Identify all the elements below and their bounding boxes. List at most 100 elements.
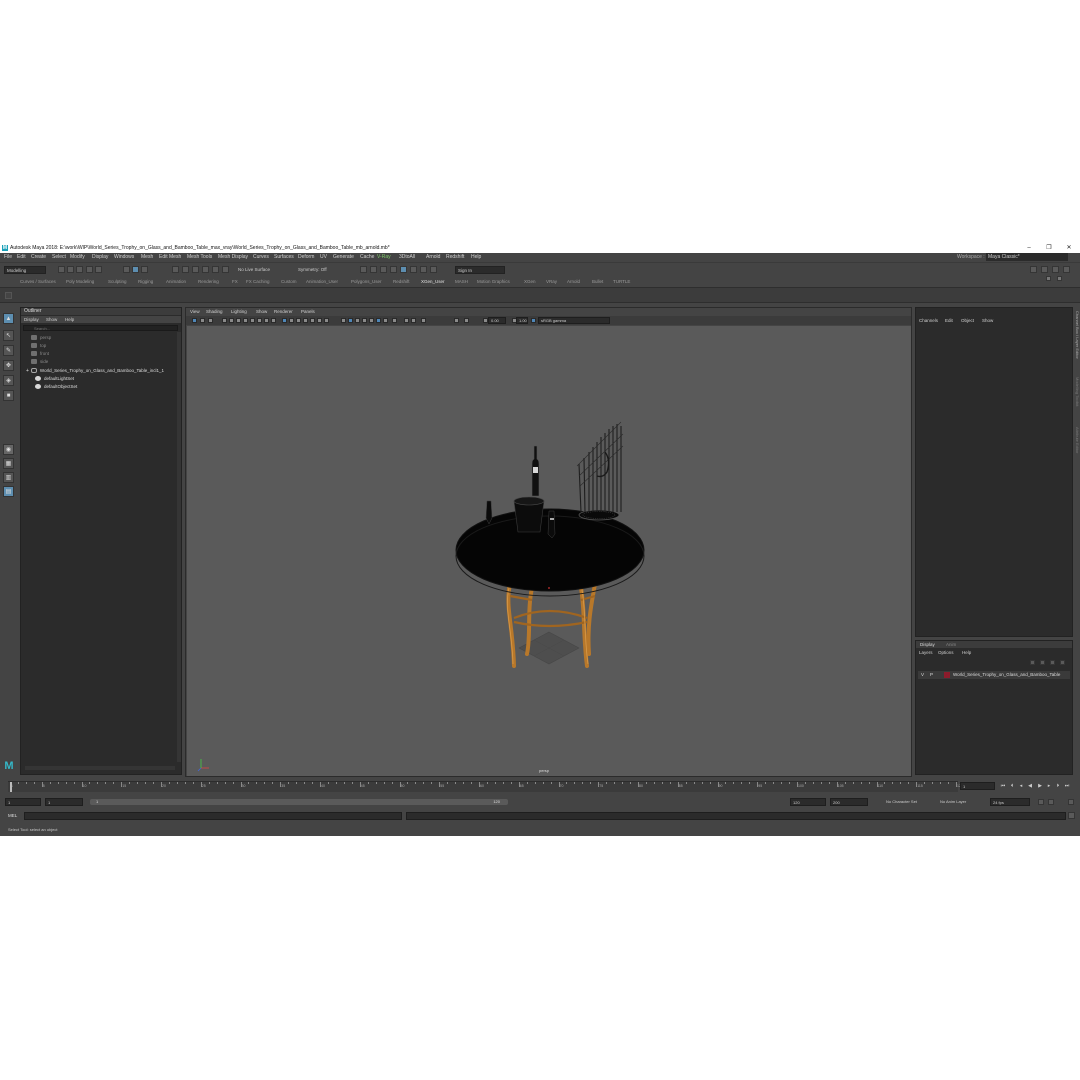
mode-dropdown[interactable]: Modelling <box>4 266 46 274</box>
channel-box-menu-channels[interactable]: Channels <box>919 318 938 323</box>
depth-of-field-icon[interactable] <box>383 318 388 323</box>
shadows-icon[interactable] <box>355 318 360 323</box>
modeling-toolkit-icon[interactable] <box>1030 266 1037 273</box>
current-frame-field[interactable]: 1 <box>960 782 995 790</box>
undo-icon[interactable] <box>86 266 93 273</box>
minimize-button[interactable]: – <box>1022 243 1036 253</box>
exposure-field[interactable]: 0.00 <box>488 317 506 324</box>
move-layer-down-icon[interactable] <box>1040 660 1045 665</box>
textured-icon[interactable] <box>341 318 346 323</box>
step-forward-key-icon[interactable]: ⏵ <box>1055 783 1061 789</box>
menu-arnold[interactable]: Arnold <box>426 254 440 260</box>
outliner-item-default-light-set[interactable]: defaultLightSet <box>35 375 74 383</box>
snap-grid-icon[interactable] <box>172 266 179 273</box>
xray-mode-icon[interactable] <box>404 318 409 323</box>
shelf-tab-polygons-user[interactable]: Polygons_User <box>351 279 382 284</box>
animation-prefs-icon[interactable] <box>1068 799 1074 805</box>
exposure-icon[interactable] <box>454 318 459 323</box>
persp-outliner-layout-icon[interactable]: ▥ <box>3 472 14 483</box>
menu-3dtoall[interactable]: 3DtoAll <box>399 254 415 260</box>
layer-menu-help[interactable]: Help <box>962 650 971 655</box>
menu-windows[interactable]: Windows <box>114 254 134 260</box>
shelf-tab-xgen[interactable]: XGen <box>524 279 536 284</box>
menu-cache[interactable]: Cache <box>360 254 374 260</box>
outliner-menu-show[interactable]: Show <box>46 317 57 322</box>
isolate-select-icon[interactable] <box>392 318 397 323</box>
auto-key-icon[interactable] <box>1048 799 1054 805</box>
smooth-shade-icon[interactable] <box>289 318 294 323</box>
menu-modify[interactable]: Modify <box>70 254 85 260</box>
mel-label[interactable]: MEL <box>8 813 17 818</box>
xray-components-icon[interactable] <box>324 318 329 323</box>
shelf-tab-arnold[interactable]: Arnold <box>567 279 580 284</box>
layer-row[interactable]: V P World_Series_Trophy_on_Glass_and_Bam… <box>918 671 1070 679</box>
redo-icon[interactable] <box>95 266 102 273</box>
select-hierarchy-icon[interactable] <box>123 266 130 273</box>
move-tool-icon[interactable]: ✥ <box>3 360 14 371</box>
script-editor-icon[interactable] <box>1068 812 1075 819</box>
shelf-tab-curves-surfaces[interactable]: Curves / Surfaces <box>20 279 56 284</box>
shelf-tab-animation[interactable]: Animation <box>166 279 186 284</box>
shelf-tab-vray[interactable]: VRay <box>546 279 557 284</box>
menu-generate[interactable]: Generate <box>333 254 354 260</box>
shelf-tab-mash[interactable]: MASH <box>455 279 468 284</box>
maximize-button[interactable]: ❐ <box>1042 243 1056 253</box>
shelf-tab-xgen-user[interactable]: XGen_User <box>421 279 445 284</box>
four-view-layout-icon[interactable]: ▦ <box>3 458 14 469</box>
close-button[interactable]: ✕ <box>1062 243 1076 253</box>
pin-icon[interactable] <box>1046 276 1051 281</box>
select-tool-icon[interactable]: ▲ <box>3 313 14 324</box>
menu-uv[interactable]: UV <box>320 254 327 260</box>
shelf-menu-icon[interactable] <box>5 292 12 299</box>
render-current-frame-icon[interactable] <box>360 266 367 273</box>
menu-file[interactable]: File <box>4 254 12 260</box>
lasso-tool-icon[interactable]: ↖ <box>3 330 14 341</box>
outliner-item-group[interactable]: + World_Series_Trophy_on_Glass_and_Bamboo… <box>26 367 164 375</box>
tab-anim[interactable]: Anim <box>946 642 956 647</box>
animation-start-field[interactable]: 1 <box>5 798 41 806</box>
side-tab-channel-box[interactable]: Channel Box / Layer Editor <box>1075 311 1080 359</box>
outliner-hscrollbar[interactable] <box>25 766 175 770</box>
time-slider-bar[interactable]: 1510152025303540455055606570758085909510… <box>8 781 963 792</box>
menu-curves[interactable]: Curves <box>253 254 269 260</box>
menu-mesh-display[interactable]: Mesh Display <box>218 254 248 260</box>
hypershade-icon[interactable] <box>390 266 397 273</box>
side-tab-attribute-editor[interactable]: Attribute Editor <box>1075 427 1080 453</box>
snap-curve-icon[interactable] <box>182 266 189 273</box>
outliner-item-persp[interactable]: persp <box>31 334 51 342</box>
symmetry-label[interactable]: Symmetry: Off <box>296 266 336 274</box>
loop-icon[interactable] <box>1038 799 1044 805</box>
save-scene-icon[interactable] <box>76 266 83 273</box>
image-plane-icon[interactable] <box>222 318 227 323</box>
shelf-tab-rigging[interactable]: Rigging <box>138 279 153 284</box>
render-view-icon[interactable] <box>400 266 407 273</box>
menu-create[interactable]: Create <box>31 254 46 260</box>
range-slider-bar[interactable]: 1 120 <box>90 799 508 805</box>
outliner-item-top[interactable]: top <box>31 342 46 350</box>
scale-tool-icon[interactable]: ■ <box>3 390 14 401</box>
select-component-icon[interactable] <box>141 266 148 273</box>
channel-box-menu-edit[interactable]: Edit <box>945 318 953 323</box>
expand-icon[interactable]: + <box>26 368 29 374</box>
hud-icon[interactable] <box>411 318 416 323</box>
outliner-menu-help[interactable]: Help <box>65 317 74 322</box>
command-input[interactable] <box>24 812 402 820</box>
safe-action-icon[interactable] <box>264 318 269 323</box>
shelf-tab-redshift[interactable]: Redshift <box>393 279 410 284</box>
viewport-menu-view[interactable]: View <box>190 309 200 314</box>
paint-select-tool-icon[interactable]: ✎ <box>3 345 14 356</box>
layer-color-swatch[interactable] <box>944 672 950 678</box>
shelf-tab-bullet[interactable]: Bullet <box>592 279 603 284</box>
safe-title-icon[interactable] <box>271 318 276 323</box>
viewport-canvas[interactable]: persp <box>187 326 911 776</box>
light-editor-icon[interactable] <box>410 266 417 273</box>
snap-view-plane-icon[interactable] <box>212 266 219 273</box>
film-gate-icon[interactable] <box>236 318 241 323</box>
screen-space-ao-icon[interactable] <box>362 318 367 323</box>
rotate-tool-icon[interactable]: ◈ <box>3 375 14 386</box>
shelf-tab-fx-caching[interactable]: FX Caching <box>246 279 270 284</box>
wireframe-icon[interactable] <box>282 318 287 323</box>
channel-box-menu-object[interactable]: Object <box>961 318 974 323</box>
current-time-indicator[interactable] <box>10 782 12 792</box>
step-back-frame-icon[interactable]: ◂ <box>1018 783 1024 789</box>
